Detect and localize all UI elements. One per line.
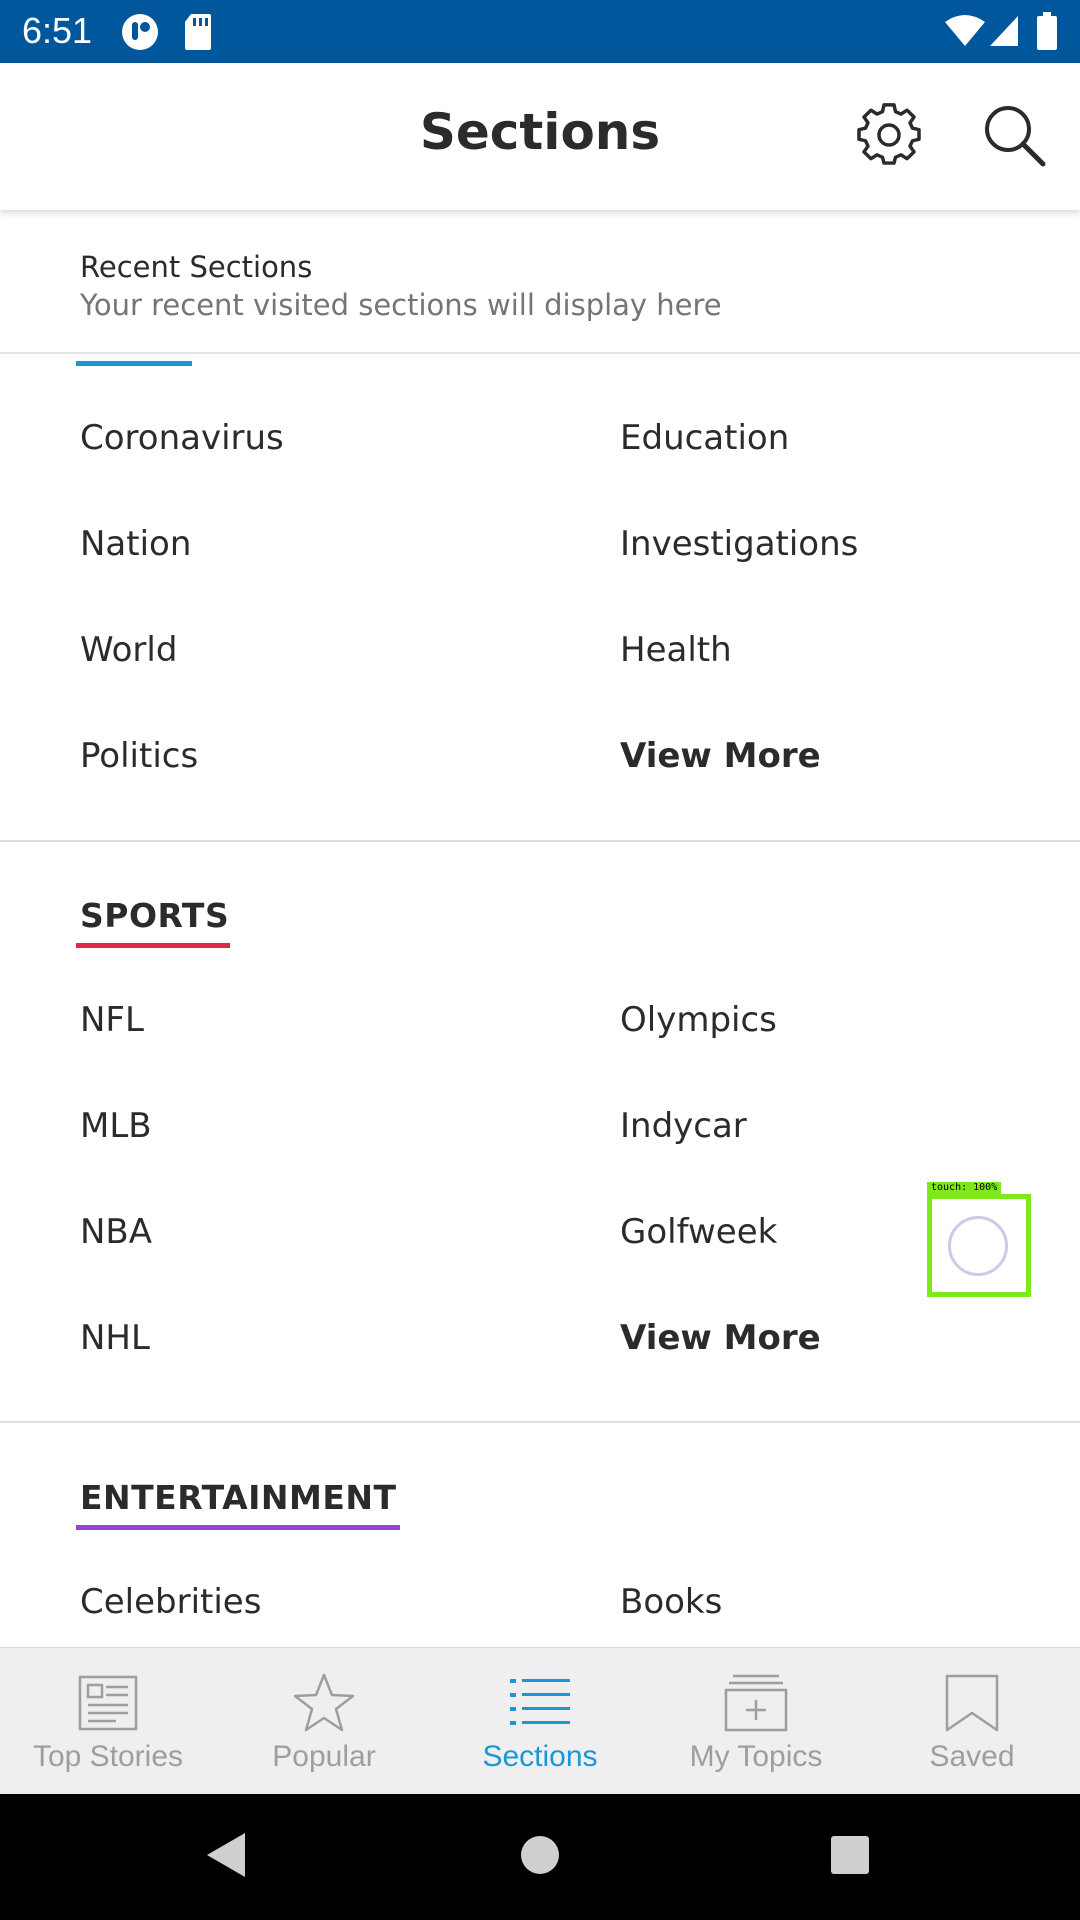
news-section-underline [76, 361, 192, 366]
entertainment-header[interactable]: ENTERTAINMENT [80, 1478, 397, 1517]
wifi-icon [945, 14, 985, 52]
section-link-world[interactable]: World [80, 630, 177, 670]
back-button[interactable] [165, 1794, 285, 1920]
section-link-investigations[interactable]: Investigations [620, 524, 858, 564]
section-link-nhl[interactable]: NHL [80, 1318, 150, 1358]
search-button[interactable] [978, 101, 1050, 173]
section-link-olympics[interactable]: Olympics [620, 1000, 777, 1040]
list-icon [432, 1668, 648, 1738]
sd-card-icon [183, 12, 213, 56]
section-link-coronavirus[interactable]: Coronavirus [80, 418, 284, 458]
divider [0, 840, 1080, 842]
entertainment-underline [76, 1525, 400, 1530]
section-link-golfweek[interactable]: Golfweek [620, 1212, 777, 1252]
nav-label: Saved [929, 1740, 1015, 1773]
divider [0, 1421, 1080, 1423]
sports-underline [76, 943, 230, 948]
battery-icon [1036, 12, 1058, 54]
recent-sections-subtitle: Your recent visited sections will displa… [80, 288, 722, 322]
gear-icon [857, 103, 921, 171]
nav-popular[interactable]: Popular [216, 1648, 432, 1795]
nav-label: Sections [482, 1740, 598, 1773]
signal-icon [988, 14, 1020, 52]
section-link-nba[interactable]: NBA [80, 1212, 152, 1252]
nav-my-topics[interactable]: My Topics [648, 1648, 864, 1795]
home-button[interactable] [480, 1794, 600, 1920]
status-time: 6:51 [22, 10, 93, 51]
section-link-nfl[interactable]: NFL [80, 1000, 144, 1040]
recent-sections: Recent Sections Your recent visited sect… [0, 212, 1080, 354]
section-link-health[interactable]: Health [620, 630, 732, 670]
app-notification-icon [120, 12, 160, 56]
app-bar: Sections [0, 63, 1080, 210]
touch-point [948, 1216, 1008, 1276]
search-icon [981, 102, 1047, 172]
bookmark-icon [864, 1668, 1080, 1738]
section-link-education[interactable]: Education [620, 418, 789, 458]
sections-screen: 6:51 Sections Recent Sections Your recen… [0, 0, 1080, 1920]
section-link-books[interactable]: Books [620, 1582, 722, 1622]
home-icon [519, 1834, 561, 1880]
newspaper-icon [0, 1668, 216, 1738]
nav-label: Popular [272, 1740, 376, 1773]
news-view-more-link[interactable]: View More [620, 736, 821, 776]
section-link-politics[interactable]: Politics [80, 736, 198, 776]
status-bar: 6:51 [0, 0, 1080, 63]
nav-label: Top Stories [32, 1740, 184, 1773]
section-link-nation[interactable]: Nation [80, 524, 191, 564]
star-icon [216, 1668, 432, 1738]
recent-sections-title: Recent Sections [80, 250, 313, 284]
section-link-indycar[interactable]: Indycar [620, 1106, 747, 1146]
sports-view-more-link[interactable]: View More [620, 1318, 821, 1358]
recents-button[interactable] [790, 1794, 910, 1920]
sports-header[interactable]: SPORTS [80, 896, 229, 935]
bottom-navigation: Top Stories Popular Sections My Topics S… [0, 1647, 1080, 1794]
system-navigation-bar [0, 1794, 1080, 1920]
section-link-mlb[interactable]: MLB [80, 1106, 152, 1146]
nav-label: My Topics [689, 1740, 823, 1773]
recents-icon [829, 1834, 871, 1880]
nav-sections[interactable]: Sections [432, 1648, 648, 1795]
add-topic-icon [648, 1668, 864, 1738]
back-icon [203, 1831, 247, 1883]
touch-indicator-label: touch: 100% [927, 1182, 1002, 1194]
section-link-celebrities[interactable]: Celebrities [80, 1582, 261, 1622]
settings-button[interactable] [853, 101, 925, 173]
nav-top-stories[interactable]: Top Stories [0, 1648, 216, 1795]
nav-saved[interactable]: Saved [864, 1648, 1080, 1795]
